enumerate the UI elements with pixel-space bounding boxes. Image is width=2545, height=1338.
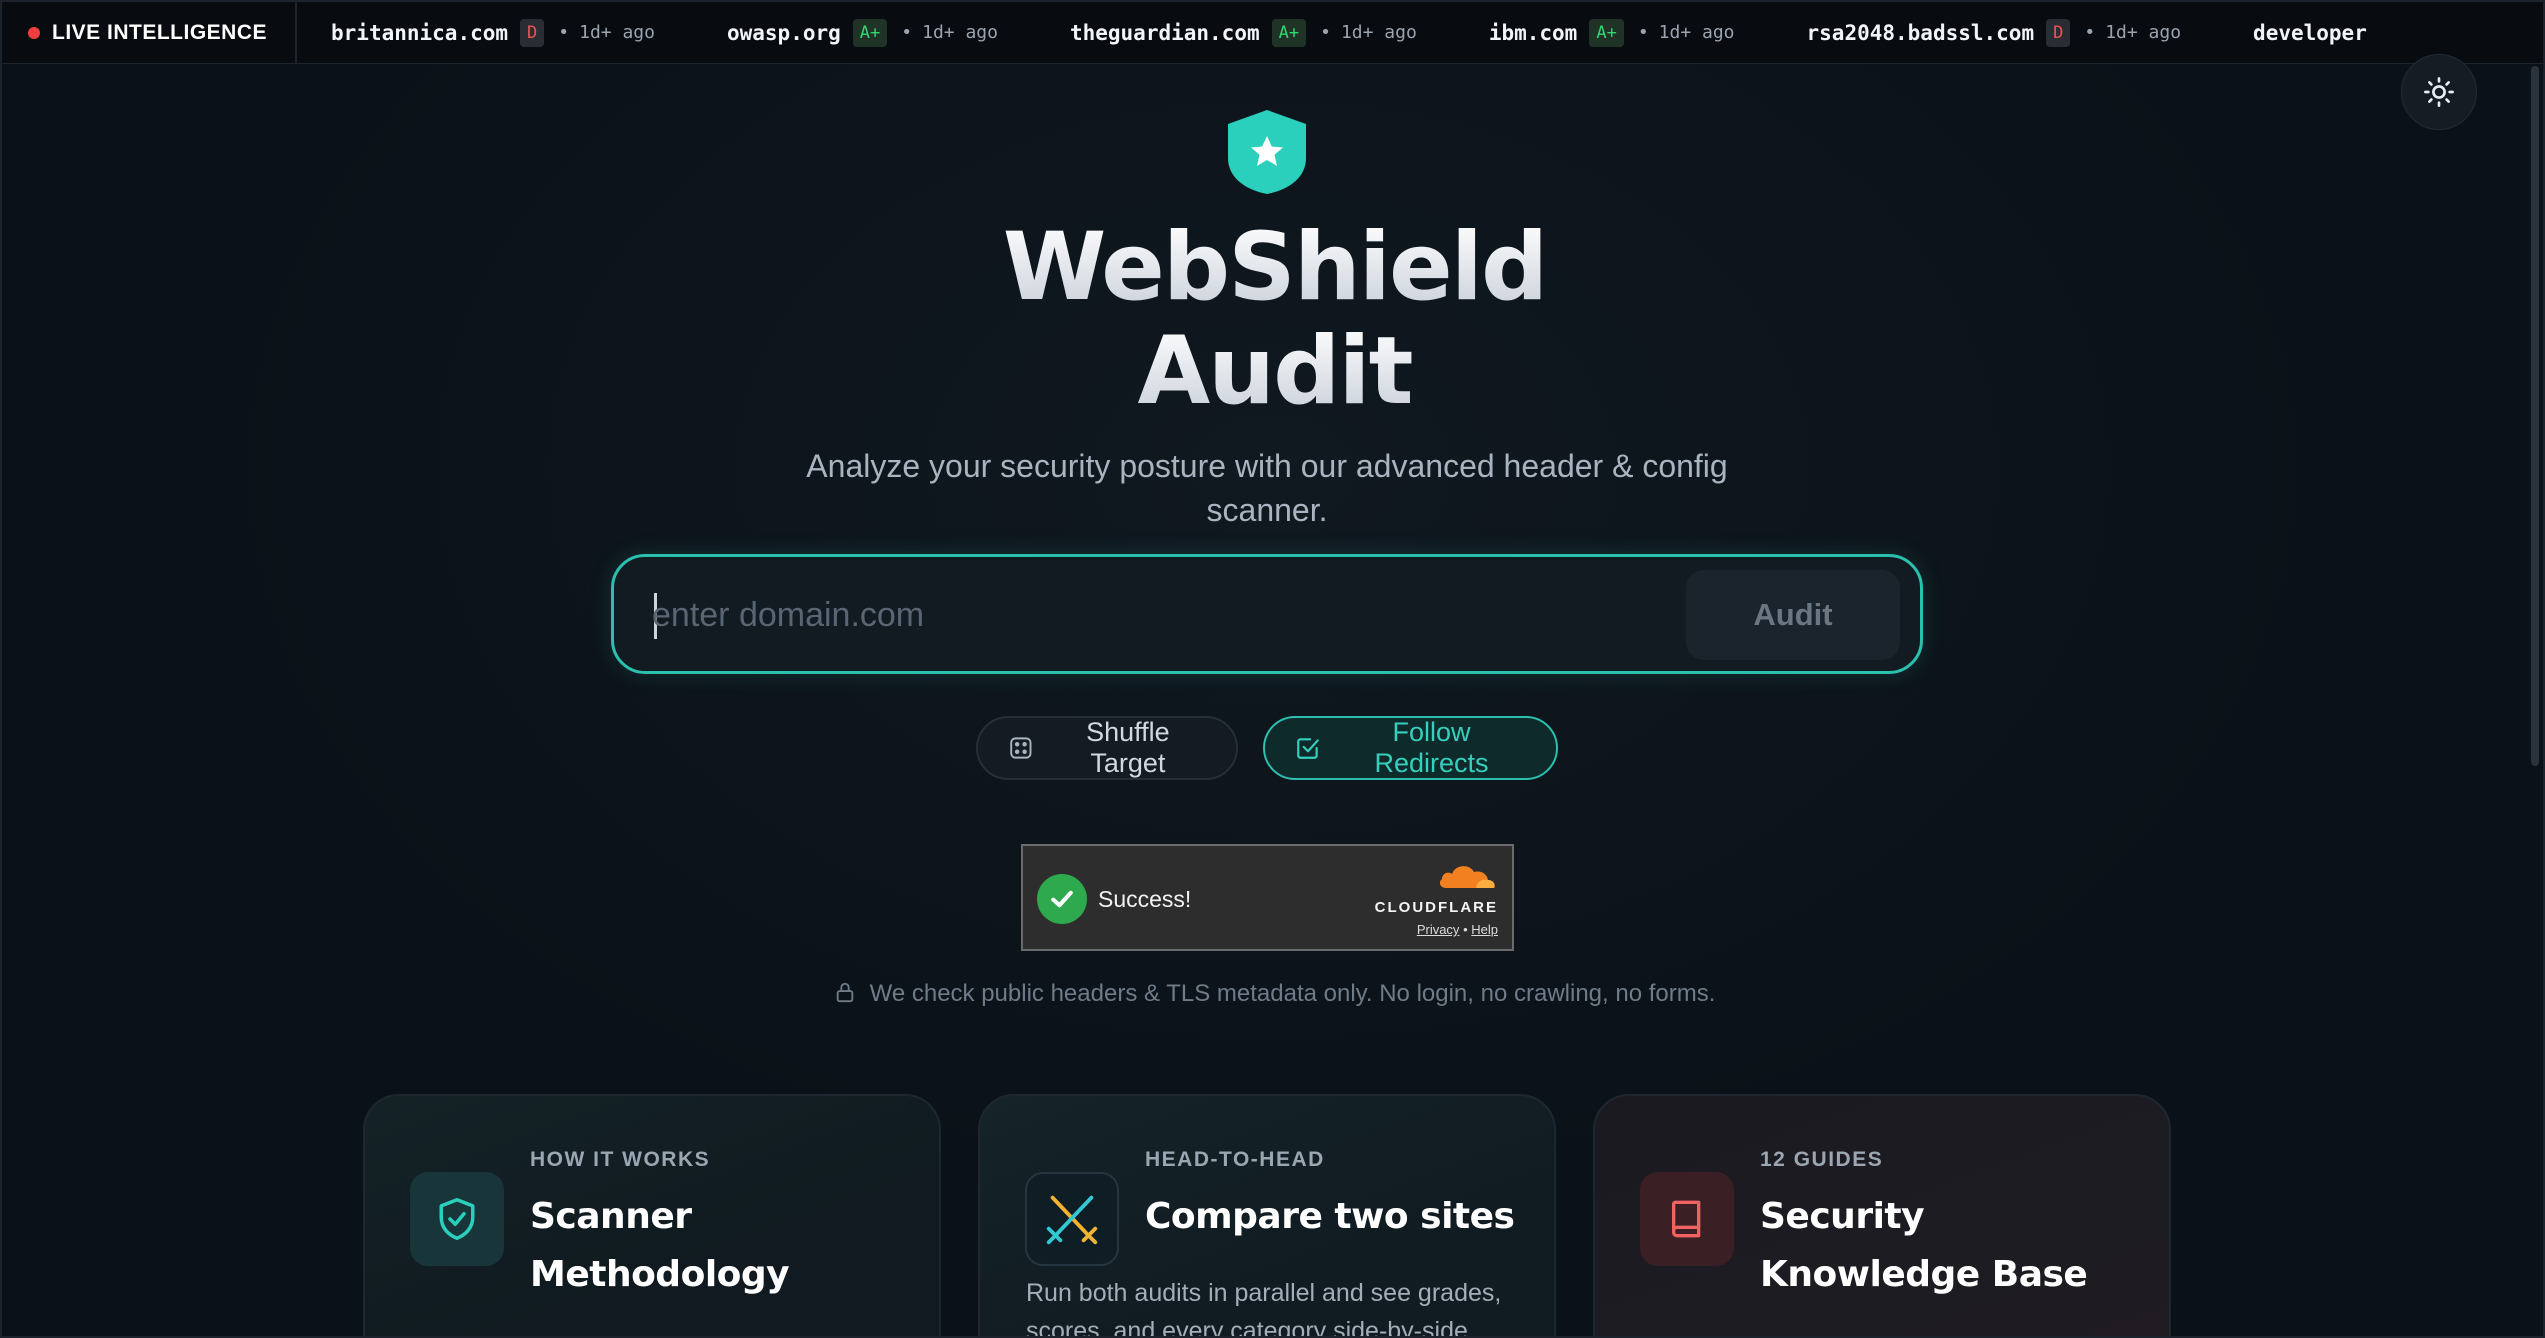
ticker-time: • 1d+ ago [558, 22, 655, 43]
ticker-item[interactable]: rsa2048.badssl.com D • 1d+ ago [1806, 18, 2182, 47]
shield-star-icon [1228, 110, 1306, 194]
live-intelligence-ticker: LIVE INTELLIGENCE britannica.com D • 1d+ … [2, 2, 2543, 64]
ticker-item[interactable]: ibm.com A+ • 1d+ ago [1488, 18, 1735, 47]
ticker-item[interactable]: owasp.org A+ • 1d+ ago [726, 18, 998, 47]
live-label-text: LIVE INTELLIGENCE [52, 20, 268, 44]
ticker-domain: rsa2048.badssl.com [1806, 20, 2035, 45]
captcha-status: Success! [1098, 886, 1192, 912]
ticker-domain: britannica.com [331, 20, 509, 45]
domain-input[interactable] [652, 585, 1652, 645]
ticker-item[interactable]: britannica.com D • 1d+ ago [331, 18, 655, 47]
grade-badge: A+ [1271, 18, 1307, 47]
ticker-item[interactable]: developer [2253, 21, 2367, 45]
cloudflare-brand: CLOUDFLARE Privacy • Help [1358, 860, 1498, 937]
shuffle-target-label: Shuffle Target [1086, 717, 1170, 778]
crossed-swords-icon [1025, 1172, 1119, 1266]
search-bar: Audit [611, 554, 1923, 674]
app-window: LIVE INTELLIGENCE britannica.com D • 1d+ … [0, 0, 2545, 1338]
ticker-domain: theguardian.com [1069, 20, 1260, 45]
success-check-icon [1037, 874, 1087, 924]
ticker-item[interactable]: theguardian.com A+ • 1d+ ago [1069, 18, 1417, 47]
ticker-time: • 1d+ ago [1320, 22, 1417, 43]
card-kicker: HEAD-TO-HEAD [1145, 1148, 1325, 1171]
grade-badge: A+ [1589, 18, 1624, 47]
cloudflare-cloud-icon [1439, 866, 1495, 888]
page-title-line2: Audit [2, 320, 2543, 424]
privacy-notice-text: We check public headers & TLS metadata o… [869, 980, 1716, 1007]
shuffle-target-button[interactable]: Shuffle Target [976, 716, 1238, 780]
card-title: Scanner Methodology [530, 1196, 790, 1295]
follow-redirects-toggle[interactable]: Follow Redirects [1263, 716, 1558, 780]
page-subtitle: Analyze your security posture with our a… [806, 448, 1728, 528]
grade-badge: D [2046, 18, 2071, 47]
shield-check-icon [410, 1172, 504, 1266]
ticker-domain: developer [2253, 20, 2367, 45]
card-compare-sites[interactable]: HEAD-TO-HEAD Compare two sites Run both … [978, 1094, 1556, 1338]
ticker-items: britannica.com D • 1d+ ago owasp.org A+ •… [297, 18, 2405, 47]
card-scanner-methodology[interactable]: HOW IT WORKS Scanner Methodology [363, 1094, 941, 1336]
ticker-time: • 1d+ ago [2084, 22, 2182, 43]
cloudflare-turnstile-widget[interactable]: Success! CLOUDFLARE Privacy • Help [1021, 844, 1514, 951]
ticker-domain: owasp.org [726, 20, 841, 45]
card-description: Run both audits in parallel and see grad… [1026, 1279, 1502, 1338]
grade-badge: D [520, 18, 545, 47]
card-title: Compare two sites [1145, 1196, 1515, 1237]
card-knowledge-base[interactable]: 12 GUIDES Security Knowledge Base [1593, 1094, 2171, 1336]
help-link[interactable]: Help [1471, 922, 1498, 937]
live-indicator-icon [28, 26, 40, 39]
ticker-time: • 1d+ ago [1637, 22, 1735, 43]
checkbox-checked-icon [1297, 738, 1319, 759]
book-icon [1640, 1172, 1734, 1266]
live-label: LIVE INTELLIGENCE [2, 2, 298, 63]
card-kicker: 12 GUIDES [1760, 1148, 1884, 1171]
dice-icon [1010, 737, 1032, 759]
page-title: WebShield [2, 216, 2543, 320]
privacy-notice: We check public headers & TLS metadata o… [2, 980, 2543, 1008]
card-title: Security Knowledge Base [1760, 1196, 2088, 1295]
link-separator: • [1463, 922, 1468, 937]
card-kicker: HOW IT WORKS [530, 1148, 711, 1171]
privacy-link[interactable]: Privacy [1417, 922, 1460, 937]
cloudflare-wordmark: CLOUDFLARE [1374, 899, 1498, 916]
theme-toggle-button[interactable] [2401, 54, 2477, 130]
lock-icon [836, 982, 853, 1003]
sun-icon [2424, 77, 2454, 107]
ticker-domain: ibm.com [1488, 20, 1578, 45]
captcha-links: Privacy • Help [1358, 922, 1498, 937]
ticker-time: • 1d+ ago [901, 22, 998, 43]
grade-badge: A+ [852, 18, 888, 47]
follow-redirects-label: Follow Redirects [1374, 717, 1489, 778]
audit-button[interactable]: Audit [1686, 570, 1900, 660]
